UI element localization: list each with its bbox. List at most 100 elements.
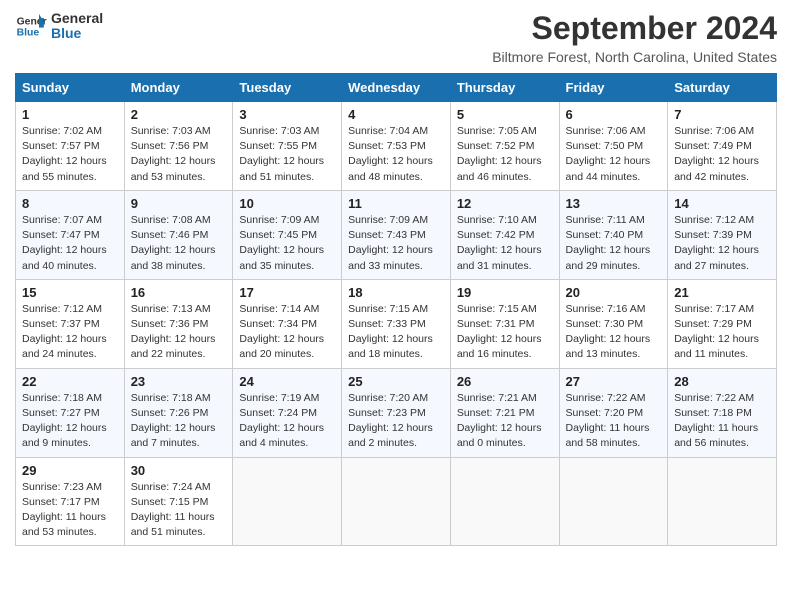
day-number: 25 — [348, 374, 444, 389]
day-number: 6 — [566, 107, 662, 122]
calendar-cell: 18 Sunrise: 7:15 AM Sunset: 7:33 PM Dayli… — [342, 279, 451, 368]
day-info: Sunrise: 7:03 AM Sunset: 7:56 PM Dayligh… — [131, 124, 227, 185]
calendar-cell: 5 Sunrise: 7:05 AM Sunset: 7:52 PM Daylig… — [450, 102, 559, 191]
calendar-cell: 11 Sunrise: 7:09 AM Sunset: 7:43 PM Dayli… — [342, 190, 451, 279]
day-info: Sunrise: 7:21 AM Sunset: 7:21 PM Dayligh… — [457, 391, 553, 452]
calendar-cell: 16Sunrise: 7:13 AM Sunset: 7:36 PM Dayli… — [124, 279, 233, 368]
day-number: 5 — [457, 107, 553, 122]
day-info: Sunrise: 7:04 AM Sunset: 7:53 PM Dayligh… — [348, 124, 444, 185]
day-info: Sunrise: 7:02 AM Sunset: 7:57 PM Dayligh… — [22, 124, 118, 185]
day-number: 15 — [22, 285, 118, 300]
calendar-cell: 12 Sunrise: 7:10 AM Sunset: 7:42 PM Dayli… — [450, 190, 559, 279]
day-number: 24 — [239, 374, 335, 389]
day-info: Sunrise: 7:13 AM Sunset: 7:36 PM Dayligh… — [131, 302, 227, 363]
weekday-header-monday: Monday — [124, 74, 233, 102]
calendar-cell: 22 Sunrise: 7:18 AM Sunset: 7:27 PM Dayli… — [16, 368, 125, 457]
calendar-cell: 30 Sunrise: 7:24 AM Sunset: 7:15 PM Dayli… — [124, 457, 233, 546]
calendar-cell: 7 Sunrise: 7:06 AM Sunset: 7:49 PM Daylig… — [668, 102, 777, 191]
main-title: September 2024 — [492, 10, 777, 47]
calendar-cell — [559, 457, 668, 546]
calendar-cell: 28 Sunrise: 7:22 AM Sunset: 7:18 PM Dayli… — [668, 368, 777, 457]
day-number: 28 — [674, 374, 770, 389]
day-info: Sunrise: 7:08 AM Sunset: 7:46 PM Dayligh… — [131, 213, 227, 274]
calendar-week-row: 15 Sunrise: 7:12 AM Sunset: 7:37 PM Dayli… — [16, 279, 777, 368]
day-number: 29 — [22, 463, 118, 478]
calendar-cell: 20 Sunrise: 7:16 AM Sunset: 7:30 PM Dayli… — [559, 279, 668, 368]
page-header: General Blue General Blue September 2024… — [15, 10, 777, 65]
day-number: 19 — [457, 285, 553, 300]
day-info: Sunrise: 7:18 AM Sunset: 7:26 PM Dayligh… — [131, 391, 227, 452]
calendar-cell: 23 Sunrise: 7:18 AM Sunset: 7:26 PM Dayli… — [124, 368, 233, 457]
logo-icon: General Blue — [15, 10, 47, 42]
day-info: Sunrise: 7:05 AM Sunset: 7:52 PM Dayligh… — [457, 124, 553, 185]
day-number: 11 — [348, 196, 444, 211]
calendar-table: SundayMondayTuesdayWednesdayThursdayFrid… — [15, 73, 777, 546]
day-info: Sunrise: 7:22 AM Sunset: 7:20 PM Dayligh… — [566, 391, 662, 452]
day-number: 20 — [566, 285, 662, 300]
day-info: Sunrise: 7:09 AM Sunset: 7:45 PM Dayligh… — [239, 213, 335, 274]
calendar-cell: 24 Sunrise: 7:19 AM Sunset: 7:24 PM Dayli… — [233, 368, 342, 457]
weekday-header-wednesday: Wednesday — [342, 74, 451, 102]
day-number: 9 — [131, 196, 227, 211]
logo: General Blue General Blue — [15, 10, 103, 42]
weekday-header-row: SundayMondayTuesdayWednesdayThursdayFrid… — [16, 74, 777, 102]
day-number: 17 — [239, 285, 335, 300]
day-info: Sunrise: 7:06 AM Sunset: 7:49 PM Dayligh… — [674, 124, 770, 185]
calendar-cell: 9 Sunrise: 7:08 AM Sunset: 7:46 PM Daylig… — [124, 190, 233, 279]
day-info: Sunrise: 7:20 AM Sunset: 7:23 PM Dayligh… — [348, 391, 444, 452]
calendar-cell: 25 Sunrise: 7:20 AM Sunset: 7:23 PM Dayli… — [342, 368, 451, 457]
weekday-header-friday: Friday — [559, 74, 668, 102]
day-number: 7 — [674, 107, 770, 122]
day-info: Sunrise: 7:19 AM Sunset: 7:24 PM Dayligh… — [239, 391, 335, 452]
day-info: Sunrise: 7:10 AM Sunset: 7:42 PM Dayligh… — [457, 213, 553, 274]
day-info: Sunrise: 7:14 AM Sunset: 7:34 PM Dayligh… — [239, 302, 335, 363]
subtitle: Biltmore Forest, North Carolina, United … — [492, 49, 777, 65]
weekday-header-sunday: Sunday — [16, 74, 125, 102]
day-number: 18 — [348, 285, 444, 300]
calendar-cell: 1Sunrise: 7:02 AM Sunset: 7:57 PM Daylig… — [16, 102, 125, 191]
calendar-cell — [233, 457, 342, 546]
day-info: Sunrise: 7:22 AM Sunset: 7:18 PM Dayligh… — [674, 391, 770, 452]
day-number: 14 — [674, 196, 770, 211]
weekday-header-tuesday: Tuesday — [233, 74, 342, 102]
day-info: Sunrise: 7:15 AM Sunset: 7:31 PM Dayligh… — [457, 302, 553, 363]
day-number: 8 — [22, 196, 118, 211]
day-info: Sunrise: 7:24 AM Sunset: 7:15 PM Dayligh… — [131, 480, 227, 541]
calendar-cell: 21Sunrise: 7:17 AM Sunset: 7:29 PM Dayli… — [668, 279, 777, 368]
day-number: 27 — [566, 374, 662, 389]
calendar-cell: 4 Sunrise: 7:04 AM Sunset: 7:53 PM Daylig… — [342, 102, 451, 191]
day-info: Sunrise: 7:12 AM Sunset: 7:39 PM Dayligh… — [674, 213, 770, 274]
calendar-week-row: 22 Sunrise: 7:18 AM Sunset: 7:27 PM Dayli… — [16, 368, 777, 457]
day-info: Sunrise: 7:11 AM Sunset: 7:40 PM Dayligh… — [566, 213, 662, 274]
calendar-cell — [342, 457, 451, 546]
day-number: 21 — [674, 285, 770, 300]
logo-name-blue: Blue — [51, 26, 103, 41]
calendar-cell: 26Sunrise: 7:21 AM Sunset: 7:21 PM Dayli… — [450, 368, 559, 457]
day-number: 4 — [348, 107, 444, 122]
day-number: 23 — [131, 374, 227, 389]
calendar-cell: 3Sunrise: 7:03 AM Sunset: 7:55 PM Daylig… — [233, 102, 342, 191]
day-number: 30 — [131, 463, 227, 478]
calendar-week-row: 8 Sunrise: 7:07 AM Sunset: 7:47 PM Daylig… — [16, 190, 777, 279]
calendar-cell: 14 Sunrise: 7:12 AM Sunset: 7:39 PM Dayli… — [668, 190, 777, 279]
day-info: Sunrise: 7:07 AM Sunset: 7:47 PM Dayligh… — [22, 213, 118, 274]
calendar-cell: 6Sunrise: 7:06 AM Sunset: 7:50 PM Daylig… — [559, 102, 668, 191]
day-info: Sunrise: 7:16 AM Sunset: 7:30 PM Dayligh… — [566, 302, 662, 363]
weekday-header-saturday: Saturday — [668, 74, 777, 102]
calendar-cell: 15 Sunrise: 7:12 AM Sunset: 7:37 PM Dayli… — [16, 279, 125, 368]
calendar-cell: 29 Sunrise: 7:23 AM Sunset: 7:17 PM Dayli… — [16, 457, 125, 546]
logo-name-general: General — [51, 11, 103, 26]
day-info: Sunrise: 7:12 AM Sunset: 7:37 PM Dayligh… — [22, 302, 118, 363]
day-info: Sunrise: 7:09 AM Sunset: 7:43 PM Dayligh… — [348, 213, 444, 274]
day-info: Sunrise: 7:23 AM Sunset: 7:17 PM Dayligh… — [22, 480, 118, 541]
day-number: 12 — [457, 196, 553, 211]
calendar-cell: 27 Sunrise: 7:22 AM Sunset: 7:20 PM Dayli… — [559, 368, 668, 457]
day-info: Sunrise: 7:18 AM Sunset: 7:27 PM Dayligh… — [22, 391, 118, 452]
calendar-cell: 8 Sunrise: 7:07 AM Sunset: 7:47 PM Daylig… — [16, 190, 125, 279]
day-number: 22 — [22, 374, 118, 389]
day-number: 10 — [239, 196, 335, 211]
calendar-week-row: 1Sunrise: 7:02 AM Sunset: 7:57 PM Daylig… — [16, 102, 777, 191]
calendar-cell — [450, 457, 559, 546]
calendar-cell: 13Sunrise: 7:11 AM Sunset: 7:40 PM Dayli… — [559, 190, 668, 279]
day-info: Sunrise: 7:15 AM Sunset: 7:33 PM Dayligh… — [348, 302, 444, 363]
